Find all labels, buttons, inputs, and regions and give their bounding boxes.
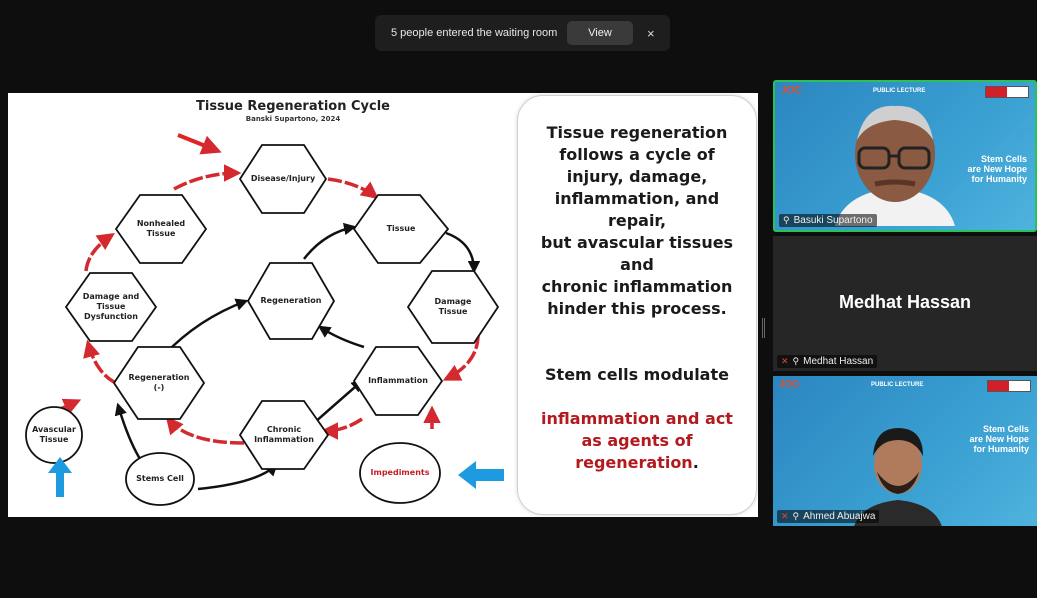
pin-icon: ⚲	[792, 356, 800, 366]
arrow-regeneration-tissue	[303, 222, 357, 260]
notification-message: 5 people entered the waiting room	[391, 27, 558, 39]
node-tissue: Tissue	[386, 224, 416, 233]
video-tile-ahmed[interactable]: JOC PUBLIC LECTURE Stem Cells are New Ho…	[773, 376, 1037, 526]
participant-name: Basuki Supartono	[793, 215, 873, 226]
banner-title: Stem Cells are New Hope for Humanity	[969, 424, 1029, 454]
meeting-top-bar: 5 people entered the waiting room View ×	[0, 0, 1037, 85]
tissue-regeneration-diagram: Tissue Regeneration Cycle Banski Suparto…	[8, 93, 523, 517]
node-regeneration: Regeneration	[260, 296, 322, 305]
arrow-inflammation-chronic	[320, 417, 363, 440]
arrow-nonhealed-disease	[173, 164, 242, 191]
video-tile-basuki[interactable]: JOC PUBLIC LECTURE Stem Cells are New Ho…	[773, 80, 1037, 232]
public-lecture-label: PUBLIC LECTURE	[871, 382, 924, 388]
public-lecture-label: PUBLIC LECTURE	[873, 88, 926, 94]
arrow-inflammation-regeneration	[317, 325, 365, 349]
diagram-title: Tissue Regeneration Cycle	[196, 99, 390, 114]
node-avascular-tissue: Avascular Tissue	[32, 425, 76, 444]
waiting-room-notification: 5 people entered the waiting room View ×	[375, 15, 670, 51]
node-inflammation: Inflammation	[368, 376, 428, 385]
node-disease-injury: Disease/Injury	[250, 174, 316, 183]
participant-name-large: Medhat Hassan	[838, 292, 972, 312]
arrow-tissue-damage	[445, 231, 481, 274]
slide-paragraph-2-black: Stem cells modulate	[545, 365, 729, 384]
flag-logos	[985, 86, 1029, 98]
shared-slide: Tissue Regeneration Cycle Banski Suparto…	[8, 93, 758, 517]
slide-paragraph-1: Tissue regeneration follows a cycle of i…	[540, 123, 734, 318]
participant-name-tag: ✕ ⚲ Ahmed Abuajwa	[777, 510, 880, 523]
slide-text-card: Tissue regeneration follows a cycle of i…	[517, 95, 757, 515]
participant-name: Medhat Hassan	[803, 356, 874, 367]
participant-name-tag: ⚲ Basuki Supartono	[779, 214, 877, 227]
joc-logo: JOC	[779, 379, 800, 390]
blue-left-arrow-icon	[458, 461, 504, 489]
mic-muted-icon: ✕	[781, 356, 789, 366]
pin-icon: ⚲	[783, 215, 790, 225]
slide-paragraph-2: Stem cells modulate inflammation and act…	[518, 342, 756, 474]
node-regeneration-minus: Regeneration (-)	[128, 373, 190, 392]
video-tile-medhat[interactable]: Medhat Hassan ✕ ⚲ Medhat Hassan	[773, 236, 1037, 371]
panel-resize-handle[interactable]	[762, 318, 765, 338]
participant-name: Ahmed Abuajwa	[803, 511, 876, 522]
arrow-chronic-regen	[165, 416, 245, 445]
participant-video-basuki	[835, 105, 955, 226]
slide-paragraph-2-end: .	[692, 453, 699, 472]
red-pointer-arrow	[177, 133, 222, 155]
diagram-subtitle: Banski Supartono, 2024	[245, 115, 341, 123]
arrow-dysfunction-nonhealed	[84, 233, 115, 272]
view-button[interactable]: View	[567, 21, 633, 45]
pin-icon: ⚲	[792, 511, 800, 521]
slide-paragraph-2-red: inflammation and act as agents of regene…	[541, 409, 733, 472]
node-damage-tissue: Damage Tissue	[434, 297, 472, 316]
participant-name-tag: ✕ ⚲ Medhat Hassan	[777, 355, 878, 368]
arrow-disease-tissue	[327, 177, 379, 200]
node-impediments: Impediments	[370, 468, 430, 477]
node-nonhealed-tissue: Nonhealed Tissue	[136, 219, 186, 238]
close-icon[interactable]: ×	[647, 26, 655, 41]
node-stems-cell: Stems Cell	[136, 474, 184, 483]
node-chronic-inflammation: Chronic Inflammation	[254, 425, 314, 444]
joc-logo: JOC	[781, 85, 802, 96]
node-damage-dysfunction: Damage and Tissue Dysfunction	[82, 292, 140, 321]
arrow-regen-dysfunction	[83, 339, 117, 385]
flag-logos	[987, 380, 1031, 392]
mic-muted-icon: ✕	[781, 511, 789, 521]
